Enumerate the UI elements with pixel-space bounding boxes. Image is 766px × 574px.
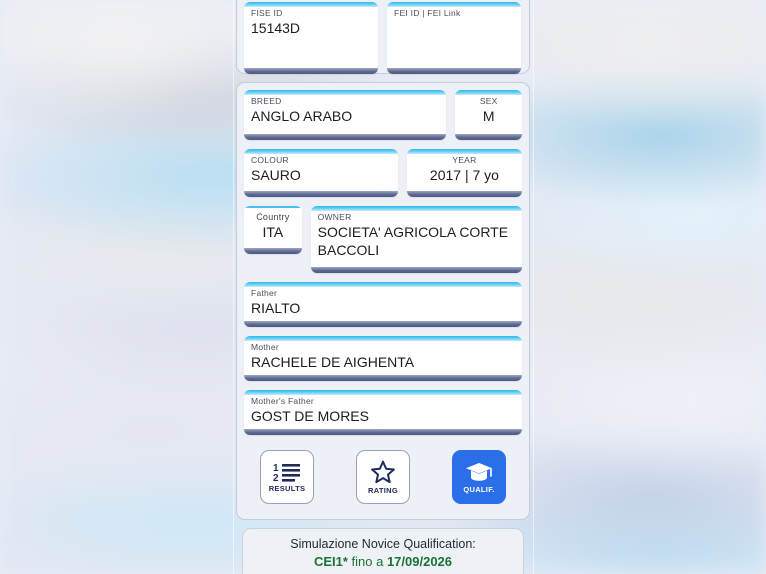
results-button[interactable]: 1 2 RESULTS	[260, 450, 314, 504]
owner-value: SOCIETA' AGRICOLA CORTE BACCOLI	[317, 224, 509, 258]
star-icon	[370, 460, 396, 484]
svg-text:2: 2	[273, 473, 279, 482]
country-owner-row: Country ITA OWNER SOCIETA' AGRICOLA CORT…	[244, 206, 522, 273]
qualification-simulation-panel: Simulazione Novice Qualification: CEI1* …	[242, 528, 524, 574]
country-card[interactable]: Country ITA	[244, 206, 302, 254]
year-card[interactable]: YEAR 2017 | 7 yo	[406, 149, 522, 197]
country-label: Country	[256, 212, 290, 222]
identifiers-panel: FISE ID 15143D FEI ID | FEI Link	[236, 0, 530, 74]
father-card[interactable]: Father RIALTO	[244, 282, 522, 327]
fise-id-card[interactable]: FISE ID 15143D	[244, 2, 378, 74]
simulation-level: CEI1*	[313, 554, 348, 569]
sex-label: SEX	[479, 96, 498, 106]
simulation-result: CEI1* fino a 17/09/2026	[243, 553, 523, 571]
father-row: Father RIALTO	[244, 282, 522, 327]
mothers-father-card[interactable]: Mother's Father GOST DE MORES	[244, 390, 522, 435]
mothers-father-label: Mother's Father	[251, 396, 315, 406]
fise-id-label: FISE ID	[251, 8, 283, 18]
owner-label: OWNER	[317, 212, 352, 222]
mother-value: RACHELE DE AIGHENTA	[251, 354, 415, 370]
breed-label: BREED	[251, 96, 282, 106]
colour-label: COLOUR	[251, 155, 289, 165]
breed-value: ANGLO ARABO	[251, 108, 353, 124]
father-label: Father	[251, 288, 278, 298]
graduation-cap-icon	[465, 461, 493, 483]
background-seam-right	[533, 0, 534, 574]
screen: FISE ID 15143D FEI ID | FEI Link BREED A…	[0, 0, 766, 574]
action-button-bar: 1 2 RESULTS RATING QUALIF.	[244, 444, 522, 504]
simulation-date: 17/09/2026	[386, 554, 453, 569]
numbered-list-icon: 1 2	[273, 462, 301, 482]
breed-card[interactable]: BREED ANGLO ARABO	[244, 90, 447, 140]
qualif-button[interactable]: QUALIF.	[452, 450, 506, 504]
mother-row: Mother RACHELE DE AIGHENTA	[244, 336, 522, 381]
horse-detail-column: FISE ID 15143D FEI ID | FEI Link BREED A…	[236, 0, 530, 574]
colour-value: SAURO	[251, 167, 301, 183]
breed-sex-row: BREED ANGLO ARABO SEX M	[244, 90, 522, 140]
sex-value: M	[482, 108, 495, 124]
year-value: 2017 | 7 yo	[429, 167, 499, 183]
colour-year-row: COLOUR SAURO YEAR 2017 | 7 yo	[244, 149, 522, 197]
fise-id-value: 15143D	[251, 20, 301, 36]
fei-id-label: FEI ID | FEI Link	[394, 8, 461, 18]
simulation-title: Simulazione Novice Qualification:	[290, 537, 476, 551]
mothers-father-value: GOST DE MORES	[251, 408, 369, 424]
father-value: RIALTO	[251, 300, 301, 316]
year-label: YEAR	[452, 155, 477, 165]
fei-id-card[interactable]: FEI ID | FEI Link	[387, 2, 521, 74]
owner-card[interactable]: OWNER SOCIETA' AGRICOLA CORTE BACCOLI	[310, 206, 522, 273]
results-button-label: RESULTS	[268, 483, 306, 493]
qualif-button-label: QUALIF.	[463, 484, 495, 494]
rating-button[interactable]: RATING	[356, 450, 410, 504]
sex-card[interactable]: SEX M	[455, 90, 522, 140]
rating-button-label: RATING	[368, 485, 398, 495]
country-value: ITA	[262, 224, 284, 240]
mothers-father-row: Mother's Father GOST DE MORES	[244, 390, 522, 435]
mother-label: Mother	[251, 342, 279, 352]
background-seam-left	[233, 0, 234, 574]
mother-card[interactable]: Mother RACHELE DE AIGHENTA	[244, 336, 522, 381]
horse-details-panel: BREED ANGLO ARABO SEX M COLOUR SAURO YEA…	[236, 82, 530, 520]
simulation-connector: fino a	[347, 554, 387, 569]
colour-card[interactable]: COLOUR SAURO	[244, 149, 398, 197]
